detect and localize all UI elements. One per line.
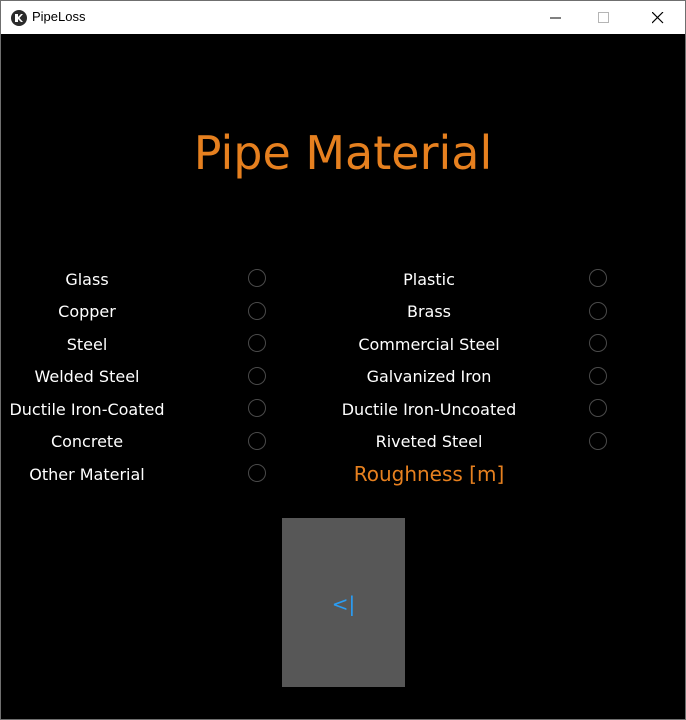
radio-welded-steel[interactable] <box>248 367 266 385</box>
material-label-steel: Steel <box>66 335 108 354</box>
close-button[interactable] <box>635 1 681 34</box>
radio-ductile-iron-uncoated[interactable] <box>589 399 607 417</box>
material-label-glass: Glass <box>65 270 109 289</box>
app-icon <box>11 10 27 26</box>
material-label-welded-steel: Welded Steel <box>34 367 140 386</box>
material-label-concrete: Concrete <box>50 432 124 451</box>
material-label-galvanized-iron: Galvanized Iron <box>366 367 492 386</box>
title-bar: PipeLoss <box>1 1 685 34</box>
material-label-brass: Brass <box>406 302 452 321</box>
back-button[interactable]: <| <box>282 518 405 687</box>
material-label-ductile-iron-uncoated: Ductile Iron-Uncoated <box>341 400 517 419</box>
radio-concrete[interactable] <box>248 432 266 450</box>
material-label-commercial-steel: Commercial Steel <box>358 335 500 354</box>
radio-glass[interactable] <box>248 269 266 287</box>
main-content: Pipe Material Glass Copper Steel Welded … <box>1 34 685 719</box>
minimize-button[interactable] <box>533 1 579 34</box>
material-label-ductile-iron-coated: Ductile Iron-Coated <box>9 400 165 419</box>
material-label-plastic: Plastic <box>403 270 455 289</box>
maximize-icon <box>598 12 609 23</box>
radio-riveted-steel[interactable] <box>589 432 607 450</box>
radio-brass[interactable] <box>589 302 607 320</box>
page-title: Pipe Material <box>193 126 493 180</box>
back-button-label: <| <box>331 592 356 616</box>
close-icon <box>652 12 664 24</box>
radio-plastic[interactable] <box>589 269 607 287</box>
radio-commercial-steel[interactable] <box>589 334 607 352</box>
radio-other-material[interactable] <box>248 464 266 482</box>
window-title: PipeLoss <box>32 9 86 24</box>
app-window: PipeLoss Pipe Material Glass Copper Stee… <box>0 0 686 720</box>
radio-galvanized-iron[interactable] <box>589 367 607 385</box>
roughness-label: Roughness [m] <box>353 462 505 486</box>
radio-copper[interactable] <box>248 302 266 320</box>
radio-steel[interactable] <box>248 334 266 352</box>
radio-ductile-iron-coated[interactable] <box>248 399 266 417</box>
maximize-button[interactable] <box>581 1 627 34</box>
material-label-other: Other Material <box>29 465 145 484</box>
material-label-riveted-steel: Riveted Steel <box>375 432 483 451</box>
minimize-icon <box>550 17 561 19</box>
material-label-copper: Copper <box>58 302 116 321</box>
